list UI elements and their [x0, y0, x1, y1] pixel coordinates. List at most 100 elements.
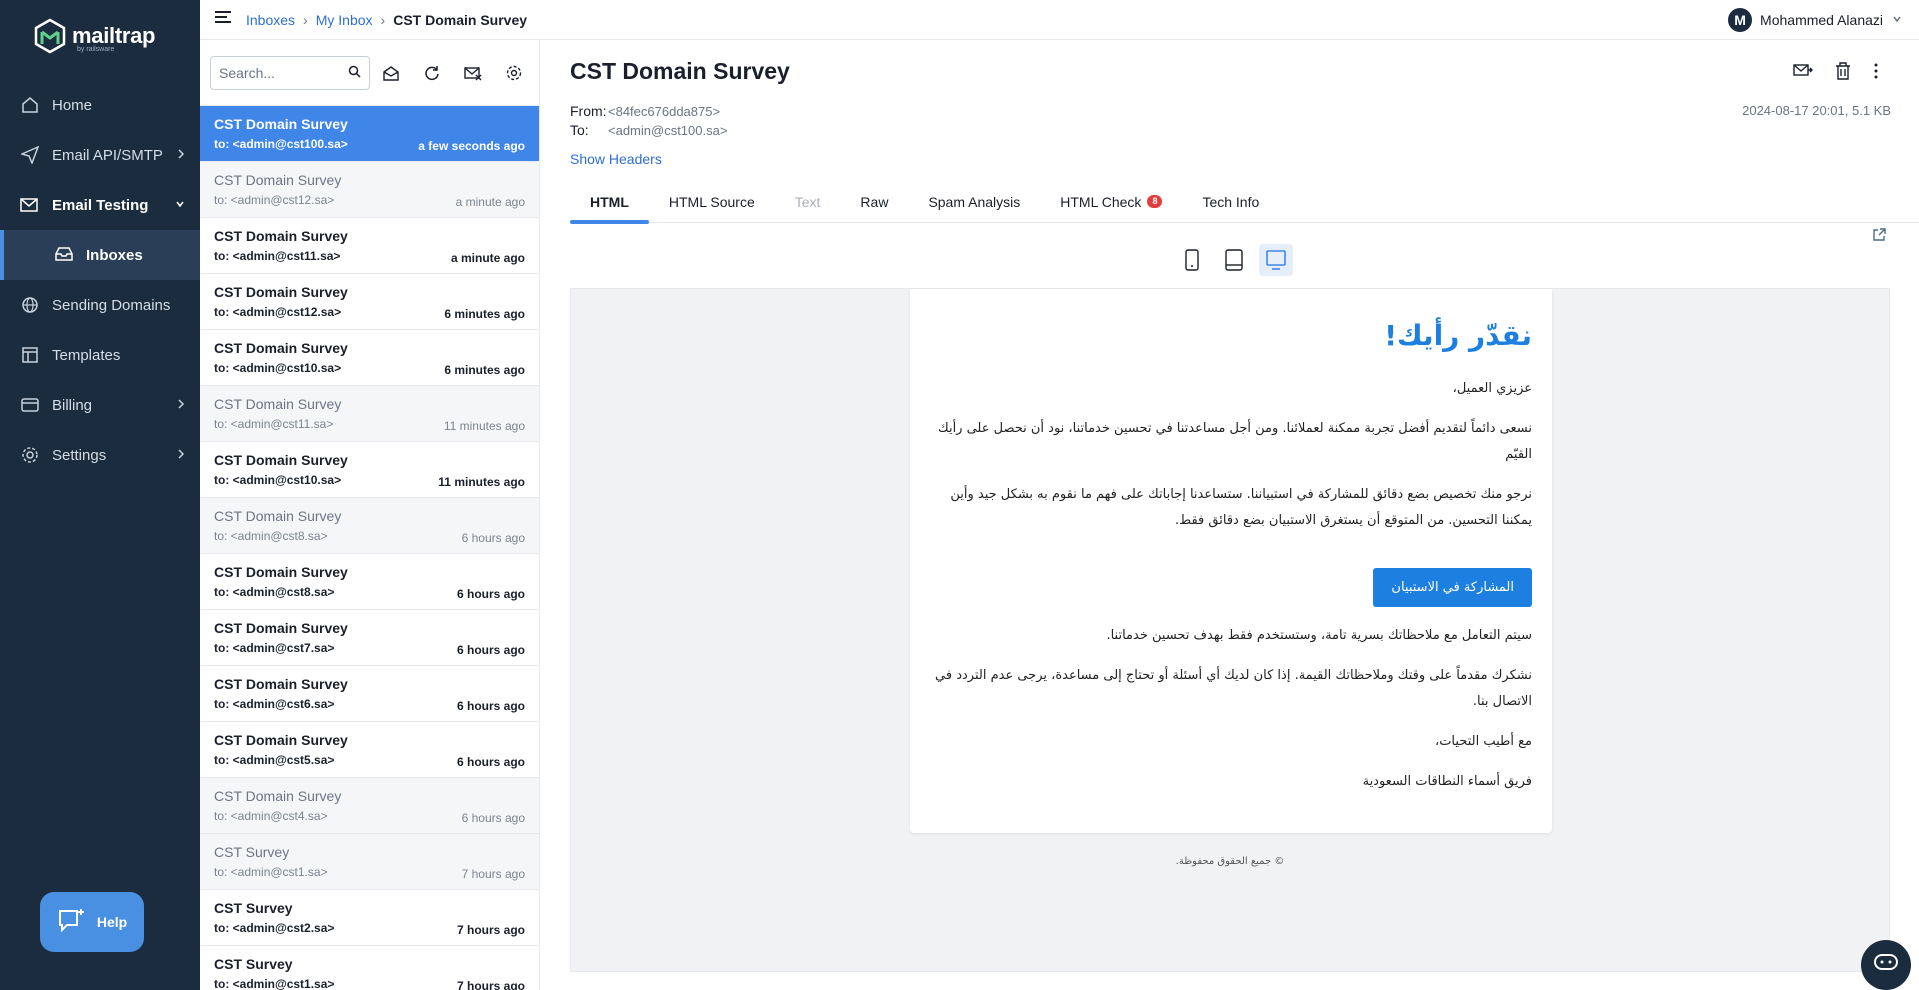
message-subject: CST Domain Survey — [214, 788, 342, 804]
chevron-right-icon — [176, 147, 186, 165]
list-item[interactable]: CST Domain Survey to: <admin@cst10.sa> 1… — [200, 442, 539, 498]
settings-icon[interactable] — [493, 65, 534, 81]
trash-icon[interactable] — [1835, 62, 1851, 85]
sidebar-item-templates[interactable]: Templates — [0, 330, 200, 380]
message-time: 6 minutes ago — [444, 363, 525, 377]
avatar: M — [1728, 8, 1753, 32]
message-time: 7 hours ago — [456, 923, 525, 937]
message-tabs: HTML HTML Source Text Raw Spam Analysis … — [570, 180, 1919, 224]
search-input[interactable]: Search... — [210, 55, 370, 90]
breadcrumb-inboxes[interactable]: Inboxes — [246, 12, 295, 28]
tab-html-check-label: HTML Check — [1060, 193, 1142, 210]
message-time: a minute ago — [455, 195, 525, 209]
list-item[interactable]: CST Domain Survey to: <admin@cst5.sa> 6 … — [200, 722, 539, 778]
sidebar-item-email-api[interactable]: Email API/SMTP — [0, 130, 200, 180]
tab-html[interactable]: HTML — [570, 180, 649, 224]
message-subject: CST Survey — [214, 956, 293, 972]
tab-html-source[interactable]: HTML Source — [649, 180, 775, 223]
mark-read-icon[interactable] — [370, 65, 411, 81]
menu-icon[interactable] — [214, 10, 232, 29]
clear-inbox-icon[interactable] — [452, 65, 493, 81]
message-time: 6 hours ago — [456, 643, 525, 657]
show-headers-link[interactable]: Show Headers — [570, 151, 662, 167]
tab-tech-info[interactable]: Tech Info — [1182, 180, 1279, 223]
list-item[interactable]: CST Survey to: <admin@cst2.sa> 7 hours a… — [200, 890, 539, 946]
chat-icon — [1873, 952, 1899, 979]
list-item[interactable]: CST Domain Survey to: <admin@cst8.sa> 6 … — [200, 498, 539, 554]
sidebar-item-sending-domains[interactable]: Sending Domains — [0, 280, 200, 330]
list-item[interactable]: CST Domain Survey to: <admin@cst100.sa> … — [200, 106, 539, 162]
sidebar-item-home[interactable]: Home — [0, 80, 200, 130]
survey-button[interactable]: المشاركة في الاستبيان — [1373, 568, 1532, 607]
email-body: نقدّر رأيك! عزيزي العميل، نسعى دائماً لت… — [910, 289, 1552, 833]
help-button[interactable]: Help — [40, 892, 144, 952]
breadcrumb-current: CST Domain Survey — [393, 11, 528, 28]
sidebar-item-inboxes[interactable]: Inboxes — [0, 230, 200, 280]
message-time: 6 hours ago — [456, 699, 525, 713]
chevron-right-icon — [176, 447, 186, 465]
email-signature: فريق أسماء النطاقات السعودية — [1362, 774, 1532, 789]
sidebar-nav: Home Email API/SMTP Email Testing Inboxe… — [0, 80, 200, 480]
refresh-icon[interactable] — [411, 65, 452, 81]
tab-spam-analysis[interactable]: Spam Analysis — [908, 180, 1040, 223]
top-bar: Inboxes › My Inbox › CST Domain Survey M… — [200, 0, 1919, 40]
list-item[interactable]: CST Survey to: <admin@cst1.sa> 7 hours a… — [200, 946, 539, 990]
list-item[interactable]: CST Domain Survey to: <admin@cst12.sa> 6… — [200, 274, 539, 330]
list-item[interactable]: CST Domain Survey to: <admin@cst8.sa> 6 … — [200, 554, 539, 610]
email-footer: © جميع الحقوق محفوظة. — [1175, 856, 1285, 867]
message-subject: CST Domain Survey — [214, 396, 342, 412]
email-paragraph: سيتم التعامل مع ملاحظاتك بسرية تامة، وست… — [1106, 628, 1532, 643]
list-item[interactable]: CST Domain Survey to: <admin@cst11.sa> a… — [200, 218, 539, 274]
message-time: a minute ago — [450, 251, 525, 265]
mobile-view-icon[interactable] — [1175, 244, 1209, 276]
message-detail: CST Domain Survey From:<84fec676dda875> … — [541, 40, 1919, 990]
mailtrap-logo[interactable]: mailtrap by railsware — [34, 18, 155, 54]
message-time: 7 hours ago — [461, 867, 525, 881]
message-time: 6 hours ago — [456, 587, 525, 601]
tab-text[interactable]: Text — [775, 180, 841, 223]
list-item[interactable]: CST Survey to: <admin@cst1.sa> 7 hours a… — [200, 834, 539, 890]
desktop-view-icon[interactable] — [1259, 244, 1293, 276]
message-subject: CST Domain Survey — [214, 564, 348, 580]
list-item[interactable]: CST Domain Survey to: <admin@cst4.sa> 6 … — [200, 778, 539, 834]
sidebar-item-label: Inboxes — [86, 246, 143, 264]
sidebar: mailtrap by railsware Home Email API/SMT… — [0, 0, 200, 990]
chat-widget-button[interactable] — [1861, 940, 1911, 990]
html-check-count-badge: 8 — [1147, 195, 1163, 208]
sidebar-item-label: Home — [52, 96, 93, 114]
user-menu[interactable]: M Mohammed Alanazi — [1728, 8, 1903, 32]
message-subject: CST Domain Survey — [214, 284, 348, 300]
message-actions — [1793, 62, 1879, 85]
list-item[interactable]: CST Domain Survey to: <admin@cst7.sa> 6 … — [200, 610, 539, 666]
tab-raw[interactable]: Raw — [840, 180, 908, 223]
list-item[interactable]: CST Domain Survey to: <admin@cst12.sa> a… — [200, 162, 539, 218]
list-item[interactable]: CST Domain Survey to: <admin@cst10.sa> 6… — [200, 330, 539, 386]
sidebar-item-label: Billing — [52, 396, 93, 414]
sidebar-item-label: Sending Domains — [52, 296, 171, 314]
sidebar-item-settings[interactable]: Settings — [0, 430, 200, 480]
sidebar-item-email-testing[interactable]: Email Testing — [0, 180, 200, 230]
sidebar-item-label: Templates — [52, 346, 121, 364]
email-heading: نقدّر رأيك! — [1384, 319, 1532, 352]
open-in-new-window-icon[interactable] — [1872, 228, 1886, 247]
forward-icon[interactable] — [1793, 62, 1813, 85]
message-subject: CST Domain Survey — [214, 620, 348, 636]
email-greeting: عزيزي العميل، — [1452, 381, 1532, 396]
message-date-size: 2024-08-17 20:01, 5.1 KB — [1742, 103, 1891, 118]
message-time: 7 hours ago — [456, 979, 525, 990]
message-title: CST Domain Survey — [570, 58, 790, 84]
send-icon — [20, 145, 40, 165]
templates-icon — [20, 345, 40, 365]
more-vertical-icon[interactable] — [1873, 62, 1879, 85]
tablet-view-icon[interactable] — [1217, 244, 1251, 276]
home-icon — [20, 95, 40, 115]
list-item[interactable]: CST Domain Survey to: <admin@cst11.sa> 1… — [200, 386, 539, 442]
message-subject: CST Survey — [214, 844, 290, 860]
breadcrumb: Inboxes › My Inbox › CST Domain Survey — [246, 12, 527, 28]
tab-html-check[interactable]: HTML Check 8 — [1040, 180, 1182, 223]
list-item[interactable]: CST Domain Survey to: <admin@cst6.sa> 6 … — [200, 666, 539, 722]
chevron-down-icon — [174, 197, 186, 214]
testing-icon — [20, 195, 40, 215]
breadcrumb-my-inbox[interactable]: My Inbox — [316, 12, 373, 28]
sidebar-item-billing[interactable]: Billing — [0, 380, 200, 430]
